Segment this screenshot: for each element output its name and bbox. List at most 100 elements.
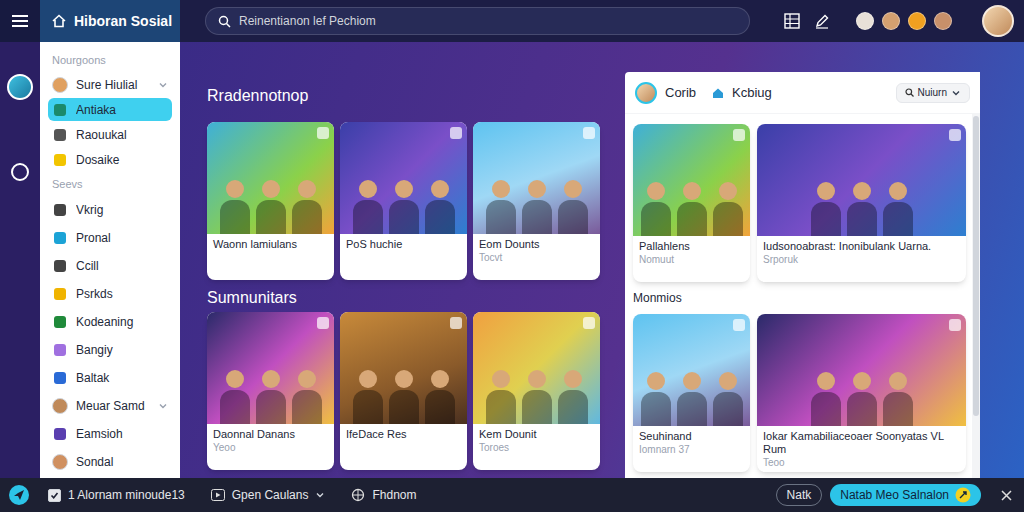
- secondary-button[interactable]: Natk: [776, 484, 823, 506]
- card-badge-icon: [949, 129, 961, 141]
- sidebar-item[interactable]: Dosaike: [48, 147, 172, 172]
- card-title: Kem Dounit: [479, 428, 594, 441]
- community-card[interactable]: Iokar Kamabiliaceoaer Soonyatas VL RumTe…: [757, 314, 966, 472]
- community-card[interactable]: Waonn lamiulans: [207, 122, 334, 280]
- close-icon: [1001, 490, 1012, 501]
- sidebar-item[interactable]: Sure Hiulial: [48, 72, 172, 97]
- community-card[interactable]: Eom DountsTocvt: [473, 122, 600, 280]
- grid-button[interactable]: [784, 13, 800, 29]
- sidebar-item[interactable]: Baltak: [48, 364, 172, 392]
- checkbox[interactable]: [48, 489, 61, 502]
- card-title: PoS huchie: [346, 238, 461, 251]
- close-button[interactable]: [1001, 490, 1012, 501]
- card-subtitle: Tocvt: [479, 252, 594, 264]
- edit-icon: [814, 13, 830, 29]
- sidebar-item[interactable]: Antiaka: [48, 97, 172, 122]
- send-icon: [8, 484, 30, 506]
- card-subtitle: Yeoo: [213, 442, 328, 454]
- section-heading: Monmios: [633, 290, 966, 306]
- filter-dropdown[interactable]: Nuiurn: [896, 83, 970, 103]
- item-icon: [52, 370, 68, 386]
- rail-circle-icon[interactable]: [11, 163, 29, 181]
- card-badge-icon: [583, 127, 595, 139]
- user-avatar[interactable]: [882, 12, 900, 30]
- card-badge-icon: [317, 317, 329, 329]
- card-photo: [633, 124, 750, 236]
- sidebar-item[interactable]: Psrkds: [48, 280, 172, 308]
- avatar-icon: [52, 398, 68, 414]
- item-icon: [52, 426, 68, 442]
- item-icon: [52, 342, 68, 358]
- item-icon: [52, 102, 68, 118]
- primary-button[interactable]: Natab Meo Salnalon: [830, 484, 981, 506]
- sidebar: NourgoonsSure HiulialAntiakaRaouukalDosa…: [40, 42, 180, 478]
- menu-icon: [12, 14, 28, 28]
- grid-icon: [784, 13, 800, 29]
- search-field: [205, 7, 750, 35]
- chevron-icon: [158, 80, 168, 90]
- panel-subtitle: Kcbiug: [732, 83, 772, 103]
- chevron-icon: [158, 105, 168, 115]
- card-photo: [473, 122, 600, 234]
- item-icon: [52, 202, 68, 218]
- side-rail: [0, 42, 40, 478]
- community-card[interactable]: Kem DounitToroes: [473, 312, 600, 470]
- menu-button[interactable]: [0, 0, 40, 42]
- card-photo: [340, 122, 467, 234]
- app-title: Hiboran Sosial: [74, 11, 172, 32]
- globe-icon: [351, 488, 365, 502]
- search-icon: [905, 88, 914, 97]
- bottom-bar: 1 Alornam minoude13 Gpen Caulans Fhdnom Nat…: [0, 478, 1024, 512]
- sidebar-item[interactable]: Ccill: [48, 252, 172, 280]
- card-title: Pallahlens: [639, 240, 744, 253]
- card-title: Seuhinand: [639, 430, 744, 443]
- edit-button[interactable]: [814, 13, 830, 29]
- card-photo: [757, 124, 966, 236]
- card-photo: [207, 122, 334, 234]
- user-avatar[interactable]: [856, 12, 874, 30]
- sidebar-item[interactable]: Pronal: [48, 224, 172, 252]
- sidebar-item[interactable]: Eamsioh: [48, 420, 172, 448]
- sidebar-item[interactable]: Sondal: [48, 448, 172, 476]
- search-input[interactable]: [239, 12, 737, 30]
- main-content: RradennotnopWaonn lamiulansPoS huchieEom…: [180, 42, 625, 478]
- item-icon: [52, 230, 68, 246]
- profile-avatar[interactable]: [982, 5, 1014, 37]
- chevron-icon: [951, 88, 961, 98]
- checkbox-item[interactable]: 1 Alornam minoude13: [48, 486, 185, 504]
- panel-avatar[interactable]: [635, 82, 657, 104]
- card-badge-icon: [949, 319, 961, 331]
- user-avatar[interactable]: [934, 12, 952, 30]
- item-icon: [52, 258, 68, 274]
- rail-avatar[interactable]: [7, 74, 33, 100]
- card-photo: [757, 314, 966, 426]
- user-avatar[interactable]: [908, 12, 926, 30]
- dropdown-button[interactable]: Gpen Caulans: [211, 486, 326, 504]
- sidebar-item[interactable]: Bangiy: [48, 336, 172, 364]
- community-card[interactable]: PallahlensNomuut: [633, 124, 750, 282]
- community-card[interactable]: Iudsonoabrast: Inonibulank Uarna.Srporuk: [757, 124, 966, 282]
- sidebar-item[interactable]: Kodeaning: [48, 308, 172, 336]
- card-badge-icon: [317, 127, 329, 139]
- scrollbar[interactable]: [972, 114, 980, 478]
- sidebar-item[interactable]: Vkrig: [48, 196, 172, 224]
- community-card[interactable]: IfeDace Res: [340, 312, 467, 470]
- card-subtitle: Teoo: [763, 457, 960, 469]
- chevron-icon: [158, 401, 168, 411]
- card-subtitle: Iomnarn 37: [639, 444, 744, 456]
- app-brand[interactable]: Hiboran Sosial: [40, 0, 180, 42]
- community-card[interactable]: Daonnal DanansYeoo: [207, 312, 334, 470]
- home-icon: [712, 87, 724, 99]
- sidebar-item[interactable]: Raouukal: [48, 122, 172, 147]
- panel-title: Corib: [665, 83, 696, 103]
- community-card[interactable]: SeuhinandIomnarn 37: [633, 314, 750, 472]
- sidebar-item[interactable]: Meuar Samd: [48, 392, 172, 420]
- link-button[interactable]: Fhdnom: [351, 486, 416, 504]
- community-card[interactable]: PoS huchie: [340, 122, 467, 280]
